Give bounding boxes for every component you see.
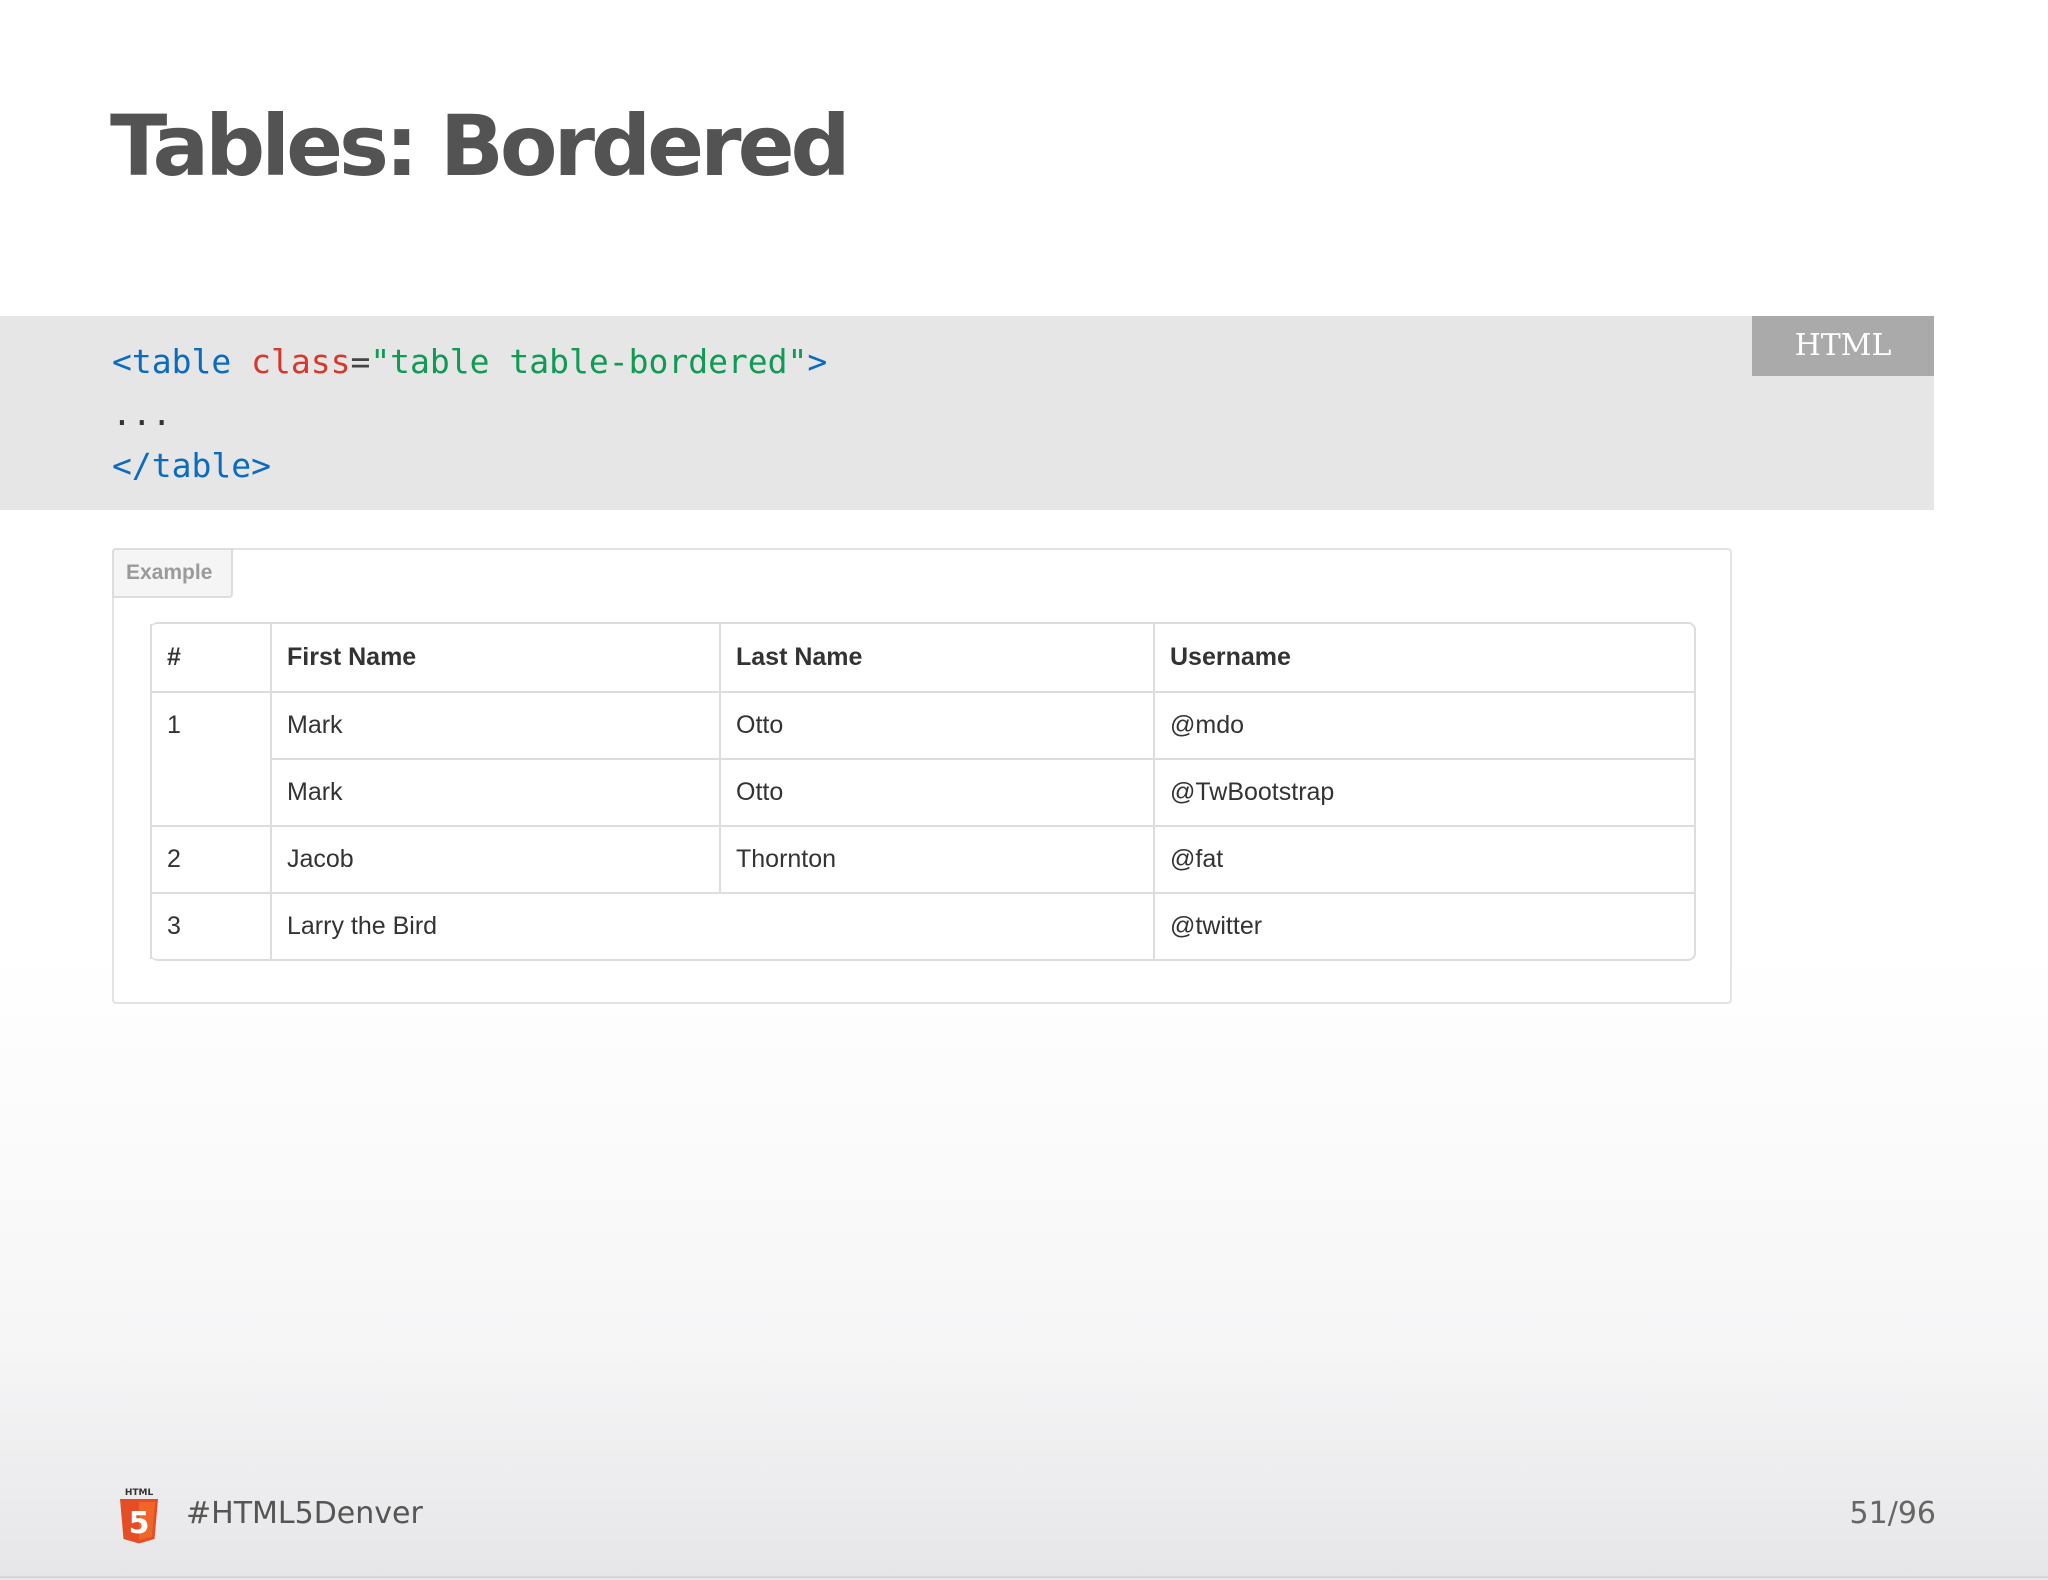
bordered-table: # First Name Last Name Username 1 Mark O…: [150, 622, 1696, 961]
slide-frame: Tables: Bordered <table class="table tab…: [0, 0, 2048, 1578]
cell-number: 1: [150, 691, 270, 825]
table-row: 1 Mark Otto @mdo: [150, 691, 1694, 825]
header-last-name: Last Name: [719, 624, 1153, 691]
cell-last-name: Otto: [719, 758, 1153, 825]
cell-first-name: Mark: [270, 691, 719, 758]
html5-logo-text: HTML: [125, 1488, 154, 1498]
code-lines: <table class="table table-bordered"> ...…: [112, 336, 827, 492]
cell-username: @TwBootstrap: [1153, 758, 1694, 825]
table-row: 3 Larry the Bird @twitter: [150, 892, 1694, 959]
cell-first-name: Jacob: [270, 825, 719, 892]
code-block: <table class="table table-bordered"> ...…: [0, 316, 1934, 510]
table-header-row: # First Name Last Name Username: [150, 624, 1694, 691]
code-tag-end: </table>: [112, 446, 271, 485]
slide-title: Tables: Bordered: [110, 97, 851, 195]
code-tag-close-bracket: >: [807, 342, 828, 381]
header-username: Username: [1153, 624, 1694, 691]
table-row: Mark Otto @TwBootstrap: [150, 758, 1694, 825]
code-tag-open: <table: [112, 342, 232, 381]
cell-username: @mdo: [1153, 691, 1694, 758]
cell-number: 3: [150, 892, 270, 959]
cell-number: 2: [150, 825, 270, 892]
page-counter: 51/96: [1849, 1496, 1936, 1531]
cell-last-name: Thornton: [719, 825, 1153, 892]
code-ellipsis: ...: [112, 394, 172, 433]
cell-last-name: Otto: [719, 691, 1153, 758]
example-box: Example # First Name Last Name Username …: [112, 548, 1732, 1004]
code-attr-value: "table table-bordered": [370, 342, 808, 381]
header-first-name: First Name: [270, 624, 719, 691]
footer-hashtag: #HTML5Denver: [186, 1496, 423, 1531]
html5-logo-icon: HTML 5: [120, 1488, 158, 1544]
header-number: #: [150, 624, 270, 691]
code-equals: =: [350, 342, 371, 381]
table-row: 2 Jacob Thornton @fat: [150, 825, 1694, 892]
cell-username: @fat: [1153, 825, 1694, 892]
cell-username: @twitter: [1153, 892, 1694, 959]
cell-merged-name: Larry the Bird: [270, 892, 1153, 959]
example-label: Example: [112, 548, 233, 598]
cell-first-name: Mark: [270, 758, 719, 825]
html5-logo-number: 5: [129, 1506, 150, 1541]
language-badge: HTML: [1752, 316, 1934, 376]
code-attr: class: [251, 342, 351, 381]
slide: Tables: Bordered <table class="table tab…: [0, 0, 2048, 1580]
